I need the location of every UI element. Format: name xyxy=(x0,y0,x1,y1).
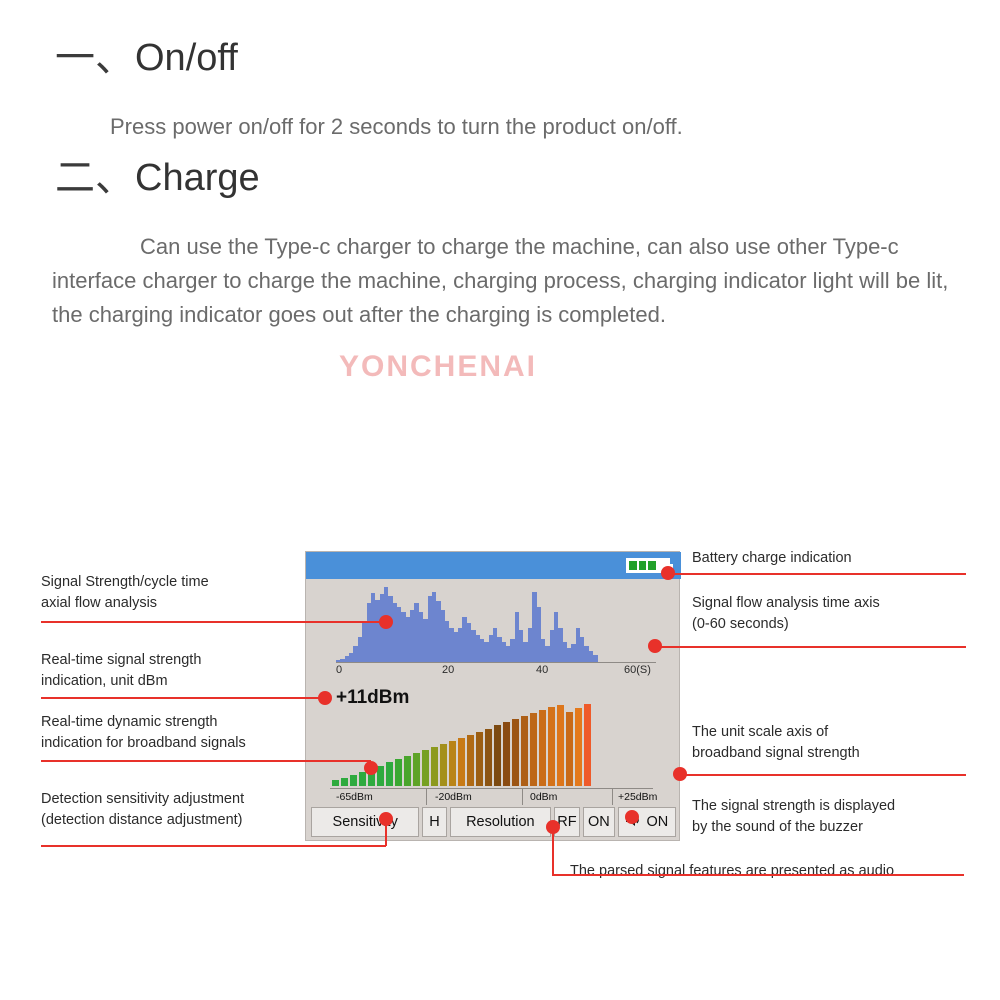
spectrum-bar xyxy=(449,740,456,786)
leader-dot-right-3 xyxy=(673,767,687,781)
spectrum-bar xyxy=(386,762,393,786)
spectrum-bar xyxy=(557,704,564,786)
battery-cell xyxy=(629,561,637,570)
spectrum-bar xyxy=(476,731,483,786)
spectrum-bar xyxy=(404,756,411,786)
spectrum-bar xyxy=(503,722,510,786)
leader-bottom-1-vert xyxy=(552,827,554,875)
annotation-right-4: The signal strength is displayed by the … xyxy=(692,798,896,836)
device-control-bar: Sensitivity H Resolution RF ON ON xyxy=(311,807,676,837)
time-axis-tick: 40 xyxy=(536,664,549,676)
time-axis-line xyxy=(336,662,656,663)
strength-scale-tick: +25dBm xyxy=(618,791,658,803)
graph-bar xyxy=(593,655,598,662)
annotation-right-1: Battery charge indication xyxy=(692,550,852,566)
time-flow-graph xyxy=(336,587,598,662)
device-screen: 0 20 40 60(S) +11dBm -65dBm -20dBm 0dBm +25dBm… xyxy=(305,551,681,841)
leader-dot-bottom-1 xyxy=(546,820,560,834)
leader-dot-left-4 xyxy=(379,812,393,826)
buzzer-state: ON xyxy=(646,814,669,830)
spectrum-bar xyxy=(458,737,465,786)
leader-right-3 xyxy=(680,774,966,776)
leader-dot-right-2 xyxy=(648,639,662,653)
section-2-body: Can use the Type-c charger to charge the… xyxy=(52,230,962,332)
resolution-state[interactable]: ON xyxy=(582,807,615,837)
spectrum-bar xyxy=(575,708,582,786)
annotation-right-2: Signal flow analysis time axis (0-60 sec… xyxy=(692,595,880,633)
section-2-title: Charge xyxy=(135,157,260,199)
leader-dot-left-3 xyxy=(364,761,378,775)
spectrum-bar xyxy=(584,704,591,786)
scale-separator xyxy=(612,789,613,805)
spectrum-bar xyxy=(548,707,555,786)
strength-scale-tick: -65dBm xyxy=(336,791,373,803)
battery-cell xyxy=(638,561,646,570)
leader-left-3 xyxy=(41,760,371,762)
section-1-body: Press power on/off for 2 seconds to turn… xyxy=(110,114,683,139)
annotation-left-3: Real-time dynamic strength indication fo… xyxy=(41,714,246,752)
spectrum-bar xyxy=(422,750,429,786)
spectrum-bar xyxy=(395,759,402,786)
time-axis-tick: 0 xyxy=(336,664,343,676)
spectrum-bar xyxy=(341,777,348,786)
leader-left-2 xyxy=(41,697,325,699)
spectrum-bar xyxy=(413,753,420,786)
section-2-body-text: Can use the Type-c charger to charge the… xyxy=(52,234,949,328)
leader-right-1 xyxy=(668,573,966,575)
spectrum-bar xyxy=(494,725,501,786)
watermark: YONCHENAI xyxy=(339,350,538,383)
leader-right-2 xyxy=(655,646,966,648)
section-1-title: On/off xyxy=(135,37,238,79)
spectrum-bar xyxy=(539,710,546,786)
spectrum-bar xyxy=(431,747,438,786)
leader-dot-left-2 xyxy=(318,691,332,705)
annotation-right-3: The unit scale axis of broadband signal … xyxy=(692,724,860,762)
section-1-heading: 一、 On/off xyxy=(55,38,238,78)
spectrum-bar xyxy=(377,765,384,786)
leader-dot-left-1 xyxy=(379,615,393,629)
spectrum-bar xyxy=(440,744,447,786)
spectrum-bar xyxy=(485,728,492,786)
spectrum-bar xyxy=(467,734,474,786)
annotation-left-2: Real-time signal strength indication, un… xyxy=(41,652,202,690)
sensitivity-button[interactable]: Sensitivity xyxy=(311,807,420,837)
battery-cell xyxy=(648,561,656,570)
section-2-heading: 二、 Charge xyxy=(55,158,260,198)
resolution-button[interactable]: Resolution xyxy=(449,807,551,837)
spectrum-bar xyxy=(512,719,519,786)
leader-bottom-1 xyxy=(552,874,964,876)
annotation-left-4: Detection sensitivity adjustment (detect… xyxy=(41,791,245,829)
spectrum-bar xyxy=(521,716,528,786)
time-axis-tick: 60(S) xyxy=(624,664,651,676)
annotation-left-1: Signal Strength/cycle time axial flow an… xyxy=(41,574,209,612)
strength-scale-tick: -20dBm xyxy=(435,791,472,803)
time-axis-labels: 0 20 40 60(S) xyxy=(336,664,661,680)
leader-dot-right-4 xyxy=(625,810,639,824)
spectrum-bar xyxy=(566,712,573,786)
leader-dot-right-1 xyxy=(661,566,675,580)
spectrum-bar xyxy=(350,774,357,786)
spectrum-bar xyxy=(332,779,339,786)
scale-separator xyxy=(426,789,427,805)
time-axis-tick: 20 xyxy=(442,664,455,676)
spectrum-bar xyxy=(530,713,537,786)
spectrum-bar xyxy=(359,771,366,786)
strength-scale-axis: -65dBm -20dBm 0dBm +25dBm xyxy=(330,788,657,805)
section-1-number: 一、 xyxy=(55,35,135,81)
leader-left-4 xyxy=(41,845,386,847)
annotation-bottom-1: The parsed signal features are presented… xyxy=(570,863,895,879)
device-status-bar xyxy=(306,552,681,579)
strength-scale-tick: 0dBm xyxy=(530,791,558,803)
sensitivity-value[interactable]: H xyxy=(422,807,447,837)
scale-separator xyxy=(522,789,523,805)
leader-left-1 xyxy=(41,621,386,623)
section-2-number: 二、 xyxy=(55,155,135,201)
